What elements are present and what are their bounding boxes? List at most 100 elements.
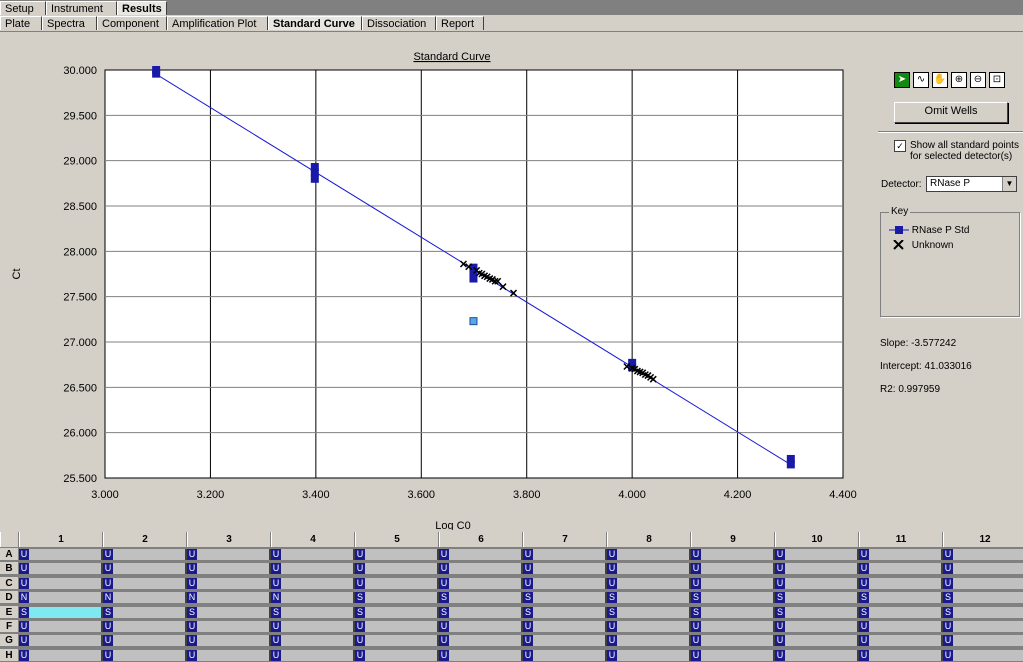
well-h6[interactable]: U <box>439 649 523 661</box>
well-e8[interactable]: S <box>607 606 691 618</box>
row-header-f[interactable]: F <box>0 620 18 633</box>
well-b1[interactable]: U <box>19 563 103 575</box>
well-g2[interactable]: U <box>103 635 187 647</box>
well-f3[interactable]: U <box>187 621 271 632</box>
well-c4[interactable]: U <box>271 577 355 589</box>
column-header-10[interactable]: 10 <box>775 532 859 547</box>
hand-icon[interactable]: ✋ <box>932 72 948 88</box>
well-c1[interactable]: U <box>19 577 103 589</box>
well-a7[interactable]: U <box>523 549 607 560</box>
well-e10[interactable]: S <box>775 606 859 618</box>
row-header-d[interactable]: D <box>0 591 18 605</box>
well-b2[interactable]: U <box>103 563 187 575</box>
tab-spectra[interactable]: Spectra <box>42 16 97 30</box>
well-g10[interactable]: U <box>775 635 859 647</box>
well-g11[interactable]: U <box>859 635 943 647</box>
tab-component[interactable]: Component <box>97 16 167 30</box>
well-a4[interactable]: U <box>271 549 355 560</box>
well-h9[interactable]: U <box>691 649 775 661</box>
well-b3[interactable]: U <box>187 563 271 575</box>
well-c7[interactable]: U <box>523 577 607 589</box>
well-g8[interactable]: U <box>607 635 691 647</box>
well-h12[interactable]: U <box>943 649 1023 661</box>
well-e7[interactable]: S <box>523 606 607 618</box>
well-f11[interactable]: U <box>859 621 943 632</box>
column-header-11[interactable]: 11 <box>859 532 943 547</box>
well-h10[interactable]: U <box>775 649 859 661</box>
well-c9[interactable]: U <box>691 577 775 589</box>
chevron-down-icon[interactable]: ▼ <box>1002 177 1016 191</box>
well-e4[interactable]: S <box>271 606 355 618</box>
well-d11[interactable]: S <box>859 592 943 604</box>
well-a2[interactable]: U <box>103 549 187 560</box>
column-header-5[interactable]: 5 <box>355 532 439 547</box>
well-h11[interactable]: U <box>859 649 943 661</box>
well-a3[interactable]: U <box>187 549 271 560</box>
well-h2[interactable]: U <box>103 649 187 661</box>
omit-wells-button[interactable]: Omit Wells <box>894 102 1008 123</box>
well-b9[interactable]: U <box>691 563 775 575</box>
tab-results[interactable]: Results <box>117 1 167 15</box>
well-e11[interactable]: S <box>859 606 943 618</box>
well-g3[interactable]: U <box>187 635 271 647</box>
well-h4[interactable]: U <box>271 649 355 661</box>
well-d12[interactable]: S <box>943 592 1023 604</box>
well-a1[interactable]: U <box>19 549 103 560</box>
well-f7[interactable]: U <box>523 621 607 632</box>
well-a9[interactable]: U <box>691 549 775 560</box>
column-header-12[interactable]: 12 <box>943 532 1023 547</box>
tab-instrument[interactable]: Instrument <box>46 1 117 15</box>
well-g12[interactable]: U <box>943 635 1023 647</box>
well-h7[interactable]: U <box>523 649 607 661</box>
row-header-e[interactable]: E <box>0 605 18 619</box>
well-c11[interactable]: U <box>859 577 943 589</box>
well-e1[interactable]: S <box>19 606 103 618</box>
well-c6[interactable]: U <box>439 577 523 589</box>
tab-plate[interactable]: Plate <box>0 16 42 30</box>
well-d2[interactable]: N <box>103 592 187 604</box>
well-e3[interactable]: S <box>187 606 271 618</box>
tab-amplification-plot[interactable]: Amplification Plot <box>167 16 268 30</box>
well-c2[interactable]: U <box>103 577 187 589</box>
well-d6[interactable]: S <box>439 592 523 604</box>
well-f6[interactable]: U <box>439 621 523 632</box>
well-e9[interactable]: S <box>691 606 775 618</box>
tab-setup[interactable]: Setup <box>0 1 46 15</box>
row-header-c[interactable]: C <box>0 576 18 590</box>
row-header-h[interactable]: H <box>0 648 18 662</box>
tab-dissociation[interactable]: Dissociation <box>362 16 436 30</box>
well-d3[interactable]: N <box>187 592 271 604</box>
well-f5[interactable]: U <box>355 621 439 632</box>
well-d1[interactable]: N <box>19 592 103 604</box>
well-c8[interactable]: U <box>607 577 691 589</box>
well-f10[interactable]: U <box>775 621 859 632</box>
well-f2[interactable]: U <box>103 621 187 632</box>
well-d5[interactable]: S <box>355 592 439 604</box>
well-g7[interactable]: U <box>523 635 607 647</box>
well-d10[interactable]: S <box>775 592 859 604</box>
well-c5[interactable]: U <box>355 577 439 589</box>
well-a5[interactable]: U <box>355 549 439 560</box>
well-f9[interactable]: U <box>691 621 775 632</box>
show-all-checkbox[interactable]: ✓ <box>894 140 906 152</box>
well-h3[interactable]: U <box>187 649 271 661</box>
well-h8[interactable]: U <box>607 649 691 661</box>
row-header-g[interactable]: G <box>0 634 18 648</box>
well-g6[interactable]: U <box>439 635 523 647</box>
tab-report[interactable]: Report <box>436 16 484 30</box>
well-a8[interactable]: U <box>607 549 691 560</box>
well-d8[interactable]: S <box>607 592 691 604</box>
column-header-3[interactable]: 3 <box>187 532 271 547</box>
well-c3[interactable]: U <box>187 577 271 589</box>
column-header-2[interactable]: 2 <box>103 532 187 547</box>
well-d4[interactable]: N <box>271 592 355 604</box>
well-f8[interactable]: U <box>607 621 691 632</box>
well-f4[interactable]: U <box>271 621 355 632</box>
well-b11[interactable]: U <box>859 563 943 575</box>
well-b7[interactable]: U <box>523 563 607 575</box>
well-c10[interactable]: U <box>775 577 859 589</box>
lasso-icon[interactable]: ∿ <box>913 72 929 88</box>
well-a12[interactable]: U <box>943 549 1023 560</box>
well-d9[interactable]: S <box>691 592 775 604</box>
column-header-6[interactable]: 6 <box>439 532 523 547</box>
